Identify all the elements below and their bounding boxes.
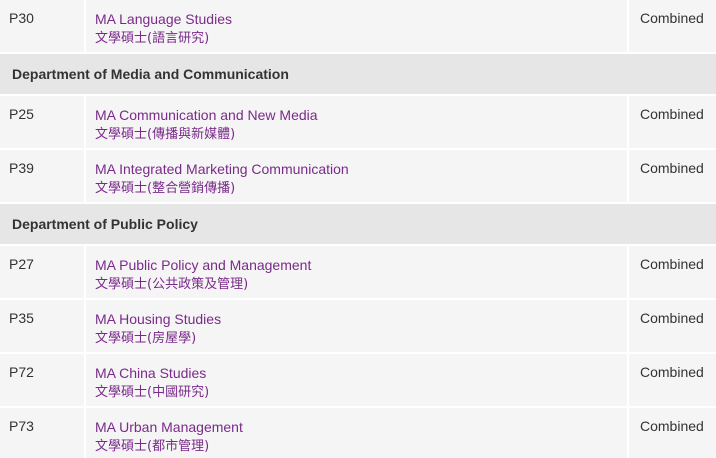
- programme-code: P72: [0, 354, 86, 406]
- programme-link-en[interactable]: MA China Studies: [95, 364, 618, 383]
- table-row: P35 MA Housing Studies 文學碩士(房屋學) Combine…: [0, 300, 716, 354]
- programme-name: MA Housing Studies 文學碩士(房屋學): [86, 300, 629, 352]
- programme-link-zh[interactable]: 文學碩士(公共政策及管理): [95, 275, 618, 294]
- programme-name: MA Urban Management 文學碩士(都市管理): [86, 408, 629, 458]
- programme-code: P30: [0, 0, 86, 52]
- programme-link-zh[interactable]: 文學碩士(中國研究): [95, 383, 618, 402]
- table-row: P39 MA Integrated Marketing Communicatio…: [0, 150, 716, 204]
- programme-link-zh[interactable]: 文學碩士(整合營銷傳播): [95, 179, 618, 198]
- programme-name: MA China Studies 文學碩士(中國研究): [86, 354, 629, 406]
- study-mode: Combined: [640, 106, 704, 122]
- table-row: P73 MA Urban Management 文學碩士(都市管理) Combi…: [0, 408, 716, 458]
- programme-table: P30 MA Language Studies 文學碩士(語言研究) Combi…: [0, 0, 716, 458]
- programme-link-en[interactable]: MA Housing Studies: [95, 310, 618, 329]
- programme-name: MA Language Studies 文學碩士(語言研究): [86, 0, 629, 52]
- programme-name: MA Communication and New Media 文學碩士(傳播與新…: [86, 96, 629, 148]
- programme-link-en[interactable]: MA Integrated Marketing Communication: [95, 160, 618, 179]
- table-row: P25 MA Communication and New Media 文學碩士(…: [0, 96, 716, 150]
- study-mode: Combined: [640, 418, 704, 434]
- programme-link-zh[interactable]: 文學碩士(傳播與新媒體): [95, 125, 618, 144]
- programme-code: P25: [0, 96, 86, 148]
- programme-code: P39: [0, 150, 86, 202]
- study-mode: Combined: [640, 160, 704, 176]
- programme-link-en[interactable]: MA Urban Management: [95, 418, 618, 437]
- department-header: Department of Public Policy: [0, 204, 716, 246]
- study-mode: Combined: [640, 10, 704, 26]
- study-mode: Combined: [640, 364, 704, 380]
- programme-link-zh[interactable]: 文學碩士(都市管理): [95, 437, 618, 456]
- table-row: P27 MA Public Policy and Management 文學碩士…: [0, 246, 716, 300]
- programme-name: MA Integrated Marketing Communication 文學…: [86, 150, 629, 202]
- programme-link-en[interactable]: MA Language Studies: [95, 10, 618, 29]
- study-mode: Combined: [640, 256, 704, 272]
- programme-link-en[interactable]: MA Public Policy and Management: [95, 256, 618, 275]
- programme-code: P35: [0, 300, 86, 352]
- table-row: P72 MA China Studies 文學碩士(中國研究) Combined: [0, 354, 716, 408]
- study-mode: Combined: [640, 310, 704, 326]
- programme-code: P73: [0, 408, 86, 458]
- programme-code: P27: [0, 246, 86, 298]
- programme-link-zh[interactable]: 文學碩士(房屋學): [95, 329, 618, 348]
- department-header: Department of Media and Communication: [0, 54, 716, 96]
- programme-name: MA Public Policy and Management 文學碩士(公共政…: [86, 246, 629, 298]
- programme-link-en[interactable]: MA Communication and New Media: [95, 106, 618, 125]
- table-row: P30 MA Language Studies 文學碩士(語言研究) Combi…: [0, 0, 716, 54]
- programme-link-zh[interactable]: 文學碩士(語言研究): [95, 29, 618, 48]
